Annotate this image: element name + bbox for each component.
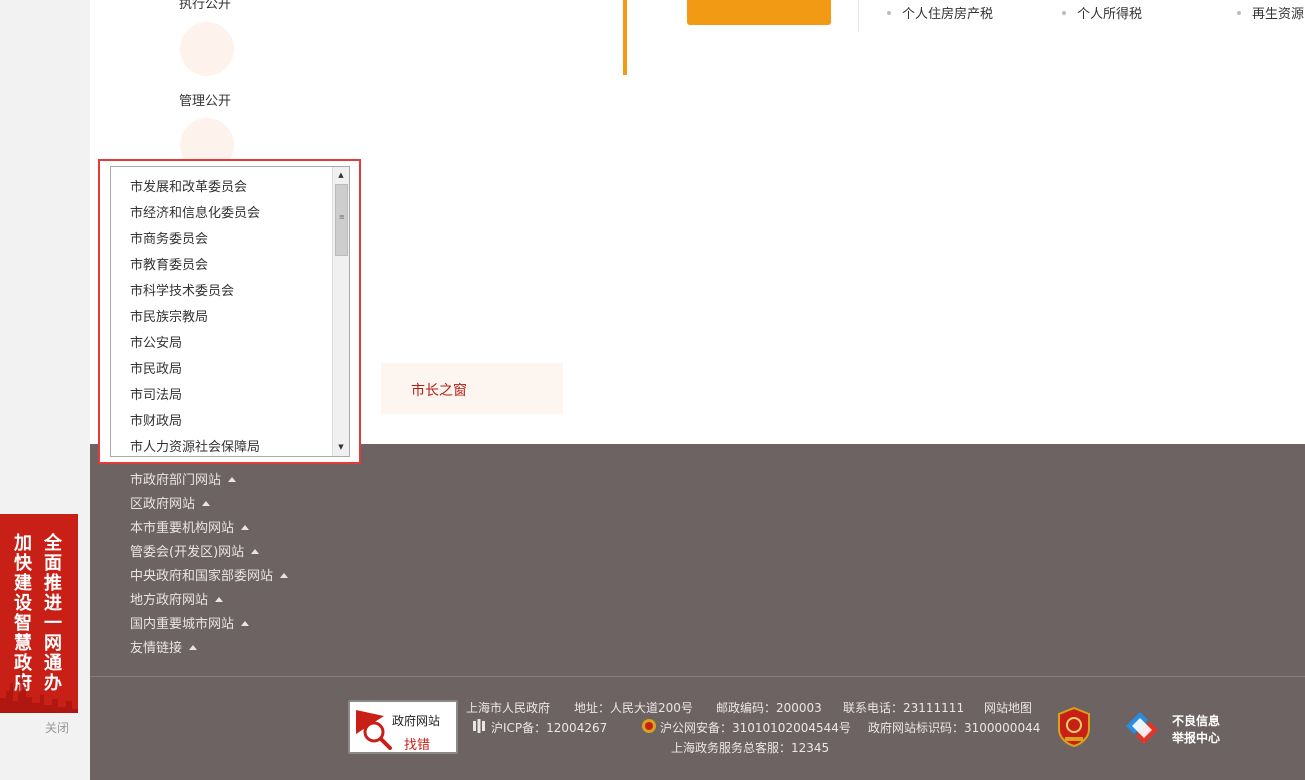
magnifier-flag-icon <box>356 710 392 750</box>
scroll-up-icon[interactable]: ▲ <box>333 167 349 184</box>
bullet-icon <box>1237 10 1241 15</box>
caret-up-icon <box>241 621 250 626</box>
org-name: 上海市人民政府 <box>466 701 551 715</box>
scroll-down-icon[interactable]: ▼ <box>333 439 349 456</box>
icp-icon <box>473 719 485 733</box>
report-line1[interactable]: 不良信息 <box>1172 712 1220 729</box>
dropdown-item[interactable]: 市公安局 <box>130 332 182 351</box>
orange-divider <box>623 0 627 75</box>
bullet-icon <box>1062 10 1066 15</box>
side-nav-circle-icon <box>180 22 234 76</box>
grip-icon: ≡ <box>339 213 345 221</box>
footer-link-central-gov[interactable]: 中央政府和国家部委网站 <box>130 565 289 584</box>
finder-line2: 找错 <box>404 738 431 753</box>
bullet-icon <box>887 10 891 15</box>
dropdown-item[interactable]: 市经济和信息化委员会 <box>130 202 260 221</box>
caret-up-icon <box>241 525 250 530</box>
dropdown-item[interactable]: 市民政局 <box>130 358 182 377</box>
finder-line1: 政府网站 <box>392 714 441 728</box>
skyline-icon <box>0 665 78 713</box>
caret-up-icon <box>189 645 198 650</box>
report-line2[interactable]: 举报中心 <box>1172 729 1220 746</box>
icp-record[interactable]: 沪ICP备：12004267 <box>491 719 607 736</box>
phone: 联系电话：23111111 <box>843 701 965 715</box>
caret-up-icon <box>251 549 260 554</box>
orange-tab-button[interactable] <box>687 0 831 25</box>
report-center-icon[interactable] <box>1122 708 1162 744</box>
police-badge-icon <box>642 719 656 733</box>
caret-up-icon <box>228 477 237 482</box>
department-dropdown-highlight: 市发展和改革委员会 市经济和信息化委员会 市商务委员会 市教育委员会 市科学技术… <box>98 159 361 464</box>
divider <box>858 0 859 32</box>
dropdown-item[interactable]: 市民族宗教局 <box>130 306 208 325</box>
dropdown-item[interactable]: 市司法局 <box>130 384 182 403</box>
service-hotline: 上海政务服务总客服：12345 <box>671 741 830 755</box>
department-dropdown-list[interactable]: 市发展和改革委员会 市经济和信息化委员会 市商务委员会 市教育委员会 市科学技术… <box>110 166 350 457</box>
party-gov-org-icon[interactable] <box>1057 707 1091 747</box>
dropdown-item[interactable]: 市科学技术委员会 <box>130 280 234 299</box>
smart-government-banner[interactable]: 全面推进一网通办 加快建设智慧政府 <box>0 514 78 713</box>
tax-link-housing[interactable]: 个人住房房产税 <box>887 3 993 22</box>
postcode: 邮政编码：200003 <box>716 701 822 715</box>
mayor-window-link[interactable]: 市长之窗 <box>381 363 563 414</box>
footer-link-major-cities[interactable]: 国内重要城市网站 <box>130 613 250 632</box>
tax-link-income[interactable]: 个人所得税 <box>1062 3 1142 22</box>
dropdown-scrollbar[interactable]: ▲ ≡ ▼ <box>332 167 349 456</box>
dropdown-item[interactable]: 市人力资源社会保障局 <box>130 436 260 455</box>
footer-divider <box>90 676 1305 677</box>
address: 地址：人民大道200号 <box>574 701 693 715</box>
footer-link-local-gov[interactable]: 地方政府网站 <box>130 589 224 608</box>
caret-up-icon <box>280 573 289 578</box>
footer-link-district[interactable]: 区政府网站 <box>130 493 211 512</box>
dropdown-item[interactable]: 市发展和改革委员会 <box>130 176 247 195</box>
gov-website-error-finder[interactable]: 政府网站 找错 <box>348 700 458 754</box>
footer-link-dev-zones[interactable]: 管委会(开发区)网站 <box>130 541 260 560</box>
footer-link-city-departments[interactable]: 市政府部门网站 <box>130 469 237 488</box>
dropdown-item[interactable]: 市商务委员会 <box>130 228 208 247</box>
public-security-record[interactable]: 沪公网安备：31010102004544号 <box>660 719 851 736</box>
banner-close-link[interactable]: 关闭 <box>45 719 69 736</box>
footer-link-friends[interactable]: 友情链接 <box>130 637 198 656</box>
caret-up-icon <box>215 597 224 602</box>
side-nav-management-public[interactable]: 管理公开 <box>179 90 231 109</box>
sitemap-link[interactable]: 网站地图 <box>984 699 1032 716</box>
caret-up-icon <box>202 501 211 506</box>
footer-link-important-orgs[interactable]: 本市重要机构网站 <box>130 517 250 536</box>
site-id: 政府网站标识码：3100000044 <box>868 721 1041 735</box>
scroll-thumb[interactable]: ≡ <box>335 184 348 256</box>
dropdown-item[interactable]: 市教育委员会 <box>130 254 208 273</box>
side-nav-execution-public[interactable]: 执行公开 <box>179 0 231 12</box>
dropdown-item[interactable]: 市财政局 <box>130 410 182 429</box>
mayor-window-label: 市长之窗 <box>411 383 467 399</box>
tax-link-recycle[interactable]: 再生资源 <box>1237 3 1304 22</box>
